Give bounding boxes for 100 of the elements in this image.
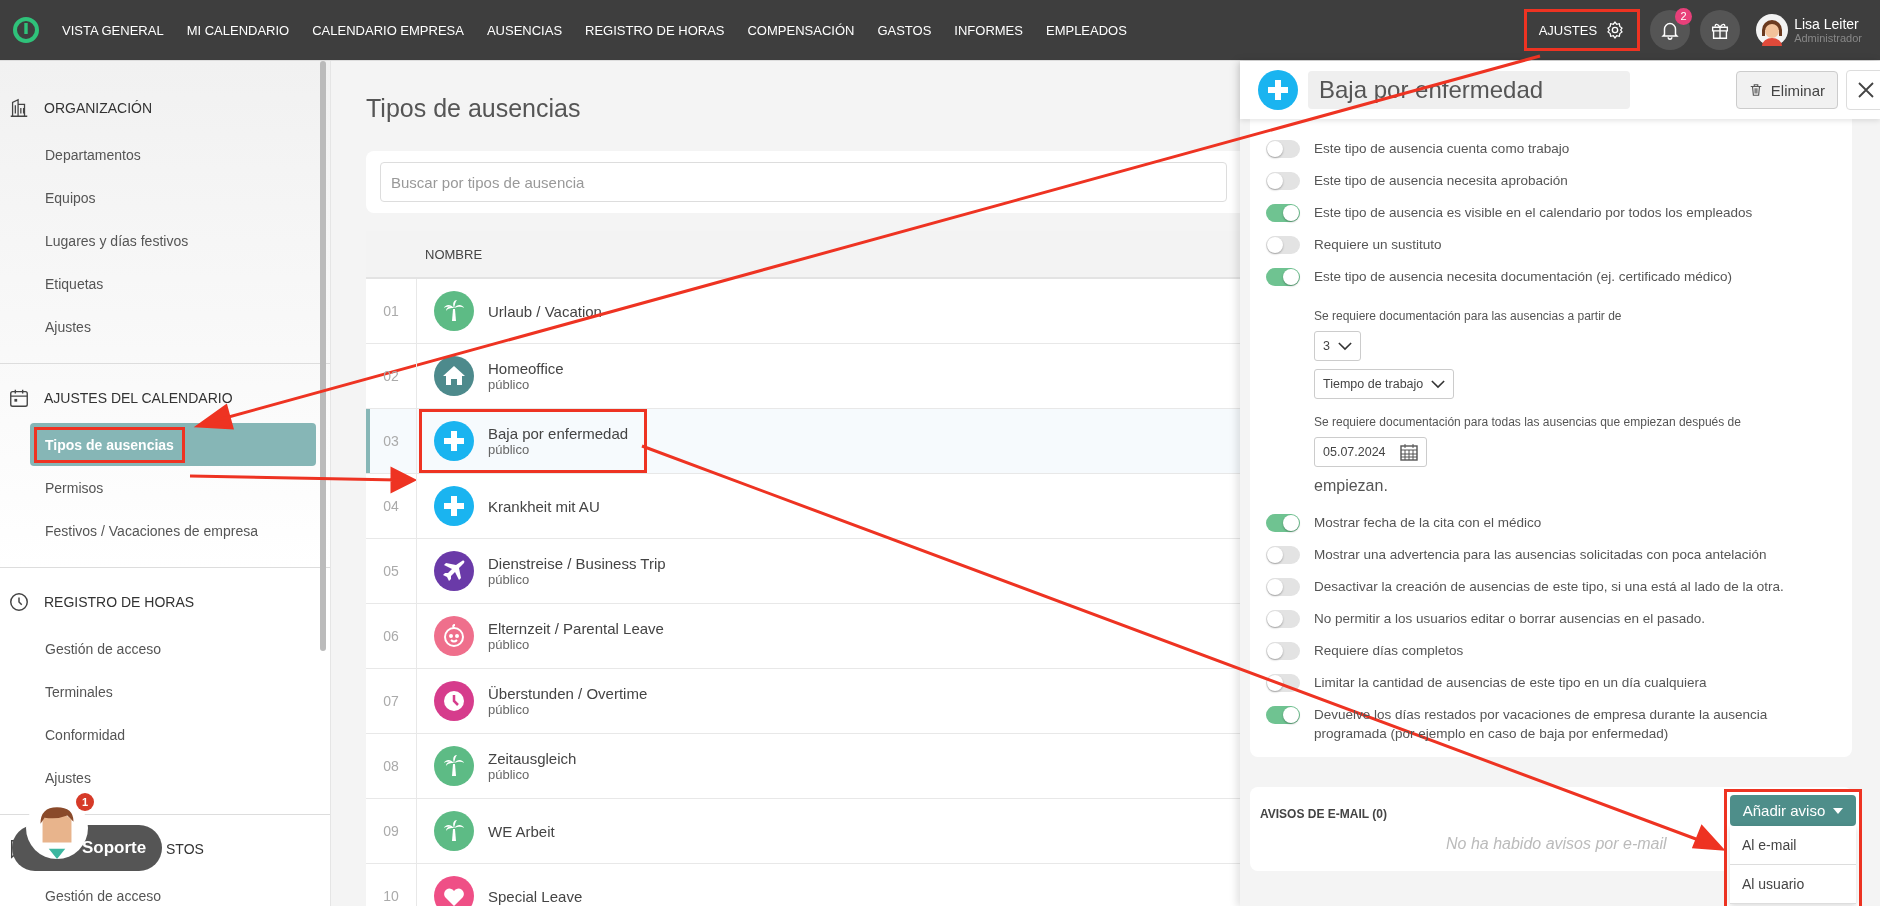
sidebar-item[interactable]: Lugares y días festivos: [30, 219, 316, 262]
toggle-label: Limitar la cantidad de ausencias de este tipo en un día cualquiera: [1314, 674, 1707, 692]
notification-badge: 2: [1675, 8, 1693, 25]
toggle-label: Requiere días completos: [1314, 642, 1464, 660]
sidebar-item[interactable]: Permisos: [30, 466, 316, 509]
nav-link[interactable]: CALENDARIO EMPRESA: [312, 22, 464, 38]
clock-icon: [8, 591, 30, 613]
table-row[interactable]: 04 Krankheit mit AU: [366, 474, 1241, 539]
toggle-switch[interactable]: [1266, 546, 1300, 564]
cross-icon: [1258, 70, 1298, 110]
menu-item[interactable]: Al usuario: [1730, 865, 1856, 904]
nav-link[interactable]: EMPLEADOS: [1045, 22, 1127, 38]
visibility-label: público: [488, 377, 531, 392]
scrollbar[interactable]: [320, 61, 326, 651]
nav-link[interactable]: VISTA GENERAL: [62, 22, 164, 38]
visibility-label: público: [488, 767, 531, 782]
toggle-switch[interactable]: [1266, 236, 1300, 254]
visibility-label: público: [488, 442, 531, 457]
table-row[interactable]: 08 Zeitausgleich público: [366, 734, 1241, 799]
toggle-label: Este tipo de ausencia es visible en el calendario por todos los empleados: [1314, 204, 1753, 222]
sidebar-item[interactable]: Terminales: [30, 670, 316, 713]
row-number: 07: [366, 669, 417, 733]
avatar-icon[interactable]: [1756, 14, 1789, 46]
sidebar-item[interactable]: Equipos: [30, 176, 316, 219]
toggle-switch[interactable]: [1266, 578, 1300, 596]
delete-button[interactable]: Eliminar: [1735, 71, 1838, 109]
sidebar-item[interactable]: Conformidad: [30, 713, 316, 756]
logo-icon[interactable]: [12, 16, 40, 44]
table-row[interactable]: 03 Baja por enfermedad público: [366, 409, 1241, 474]
row-number: 06: [366, 604, 417, 668]
note-text: empiezan.: [1314, 477, 1388, 495]
toggle-switch[interactable]: [1266, 172, 1300, 190]
building-icon: [8, 97, 30, 119]
calendar-icon: [1399, 443, 1418, 461]
sidebar-item[interactable]: Etiquetas: [30, 262, 316, 305]
trash-icon: [1748, 83, 1763, 97]
toggle-switch[interactable]: [1266, 140, 1300, 158]
menu-item[interactable]: Al e-mail: [1730, 826, 1856, 865]
field-label: Se requiere documentación para todas las ausencias que empiezan después de: [1314, 415, 1741, 429]
toggle-switch[interactable]: [1266, 204, 1300, 222]
close-icon: [1856, 80, 1876, 100]
caret-icon: [1833, 807, 1844, 814]
absence-type-name: Special Leave: [488, 887, 583, 905]
toggle-label: Desactivar la creación de ausencias de este tipo, si una está al lado de la otra.: [1314, 578, 1784, 596]
visibility-label: público: [488, 637, 531, 652]
absence-type-name: Dienstreise / Business Trip: [488, 555, 666, 572]
sidebar-item[interactable]: Ajustes: [30, 305, 316, 348]
dropdown[interactable]: Tiempo de trabajo: [1314, 369, 1455, 399]
visibility-label: público: [488, 702, 531, 717]
toggle-label: Requiere un sustituto: [1314, 236, 1442, 254]
add-notice-button[interactable]: Añadir aviso: [1730, 795, 1856, 826]
section-title: AJUSTES DEL CALENDARIO: [44, 390, 233, 406]
nav-link[interactable]: MI CALENDARIO: [186, 22, 290, 38]
table-row[interactable]: 01 Urlaub / Vacation: [366, 279, 1241, 344]
toggle-switch[interactable]: [1266, 268, 1300, 286]
nav-link[interactable]: INFORMES: [954, 22, 1023, 38]
notifications-button[interactable]: 2: [1650, 10, 1691, 50]
row-number: 08: [366, 734, 417, 798]
sidebar-item[interactable]: Festivos / Vacaciones de empresa: [30, 509, 316, 552]
toggle-label: Mostrar una advertencia para las ausencias solicitadas con poca antelación: [1314, 546, 1767, 564]
nav-link[interactable]: COMPENSACIÓN: [747, 22, 855, 38]
user-name: Lisa Leiter: [1794, 16, 1860, 32]
row-number: 05: [366, 539, 417, 603]
sidebar-item[interactable]: Gestión de acceso: [30, 874, 316, 906]
sidebar-item[interactable]: Gestión de acceso: [30, 627, 316, 670]
dropdown[interactable]: 3: [1314, 331, 1361, 361]
section-title: REGISTRO DE HORAS: [44, 594, 195, 610]
nav-link[interactable]: AUSENCIAS: [486, 22, 563, 38]
user-role: Administrador: [1794, 32, 1862, 44]
column-header: NOMBRE: [425, 246, 483, 262]
absence-type-name: WE Arbeit: [488, 822, 555, 840]
row-number: 01: [366, 279, 417, 343]
table-row[interactable]: 09 WE Arbeit: [366, 799, 1241, 864]
absence-type-name: Homeoffice: [488, 360, 564, 377]
gift-button[interactable]: [1700, 10, 1741, 50]
absence-type-name: Zeitausgleich: [488, 750, 577, 767]
settings-button[interactable]: AJUSTES: [1523, 9, 1641, 51]
toggle-switch[interactable]: [1266, 642, 1300, 660]
nav-link[interactable]: REGISTRO DE HORAS: [585, 22, 725, 38]
table-row[interactable]: 05 Dienstreise / Business Trip público: [366, 539, 1241, 604]
close-button[interactable]: [1846, 70, 1880, 110]
section-title: ORGANIZACIÓN: [44, 100, 153, 116]
visibility-label: público: [488, 572, 531, 587]
row-number: 09: [366, 799, 417, 863]
absence-type-name: Elternzeit / Parental Leave: [488, 620, 664, 637]
sidebar-item[interactable]: Departamentos: [30, 133, 316, 176]
absence-type-name: Baja por enfermedad: [488, 425, 629, 442]
toggle-switch[interactable]: [1266, 610, 1300, 628]
search-field[interactable]: Buscar por tipos de ausencia: [380, 162, 1227, 202]
absence-type-name: Urlaub / Vacation: [488, 302, 602, 320]
table-row[interactable]: 07 Überstunden / Overtime público: [366, 669, 1241, 734]
section-title: AVISOS DE E-MAIL (0): [1260, 807, 1388, 821]
calendar-icon: [8, 387, 30, 409]
toggle-switch[interactable]: [1266, 514, 1300, 532]
toggle-switch[interactable]: [1266, 706, 1300, 724]
section-title: STOS: [166, 841, 204, 857]
date-field[interactable]: 05.07.2024: [1314, 437, 1427, 467]
nav-link[interactable]: GASTOS: [877, 22, 932, 38]
row-number: 10: [366, 864, 417, 906]
chevron-icon: [1431, 379, 1446, 389]
